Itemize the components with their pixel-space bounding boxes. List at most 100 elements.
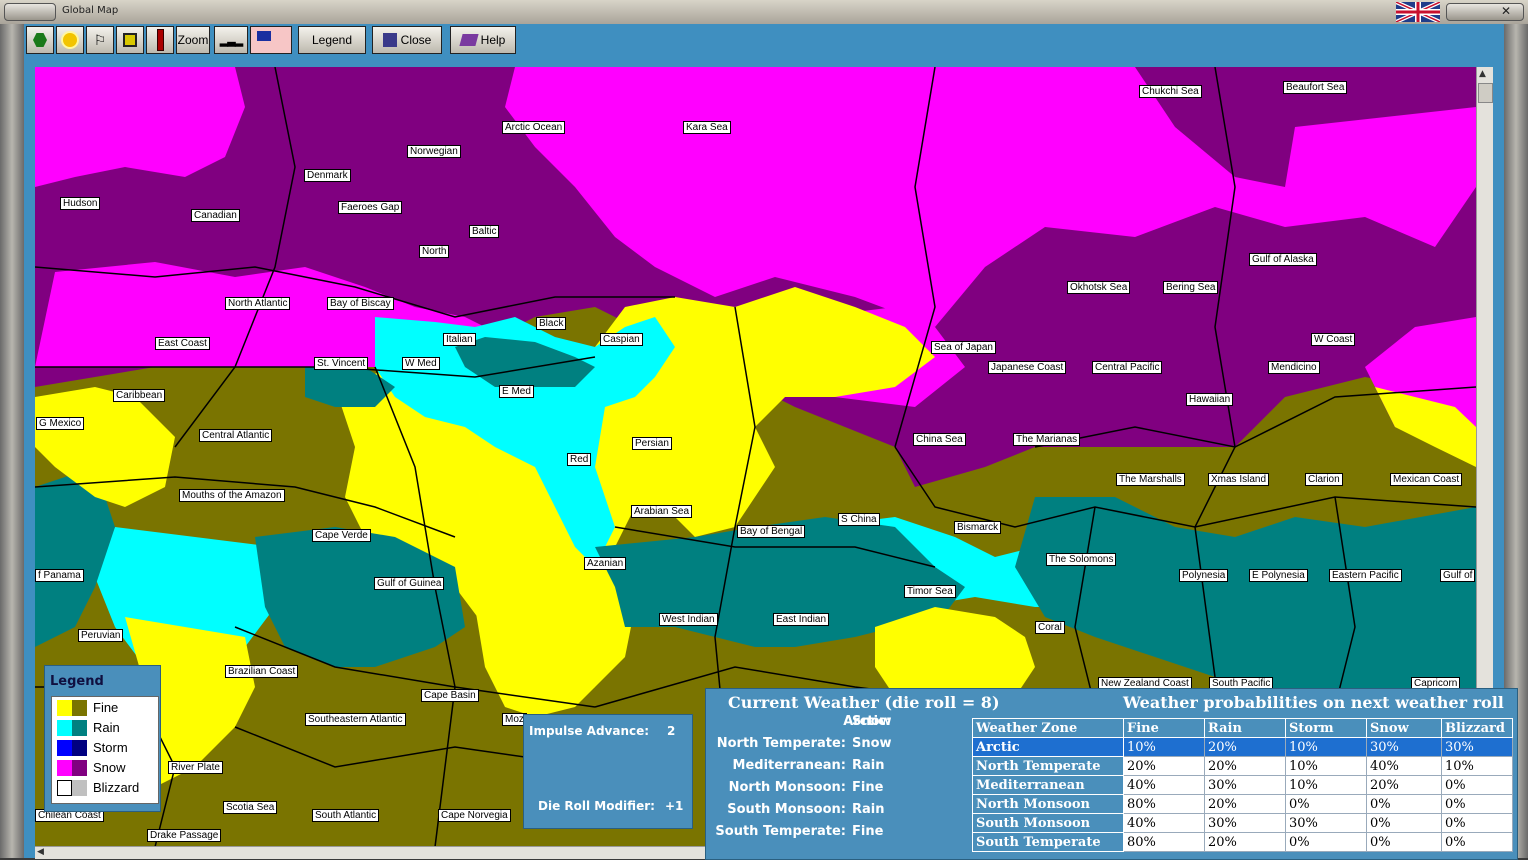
probability-row[interactable]: Mediterranean 40% 30% 10% 20% 0% <box>972 775 1513 795</box>
sea-zone-label[interactable]: Mexican Coast <box>1390 473 1463 486</box>
sea-zone-label[interactable]: Arctic Ocean <box>502 121 566 134</box>
sea-zone-label[interactable]: Baltic <box>469 225 500 238</box>
pen-button[interactable] <box>146 26 174 54</box>
legend-title: Legend <box>50 674 104 689</box>
sea-zone-label[interactable]: Denmark <box>304 169 351 182</box>
legend-label-rain: Rain <box>93 720 120 735</box>
sea-zone-label[interactable]: Kara Sea <box>683 121 731 134</box>
sea-zone-label[interactable]: South Atlantic <box>312 809 380 822</box>
sea-zone-label[interactable]: E Polynesia <box>1249 569 1308 582</box>
system-menu-button[interactable] <box>4 3 56 21</box>
scroll-up-arrow-icon[interactable]: ▲ <box>1479 69 1486 79</box>
sea-zone-label[interactable]: Timor Sea <box>904 585 956 598</box>
sea-zone-label[interactable]: Scotia Sea <box>223 801 278 814</box>
sea-zone-label[interactable]: Beaufort Sea <box>1283 81 1348 94</box>
sea-zone-label[interactable]: North Atlantic <box>225 297 291 310</box>
sea-zone-label[interactable]: Azanian <box>584 557 627 570</box>
sea-zone-label[interactable]: Mendicino <box>1268 361 1320 374</box>
sea-zone-label[interactable]: Brazilian Coast <box>225 665 299 678</box>
probability-row[interactable]: North Monsoon 80% 20% 0% 0% 0% <box>972 794 1513 814</box>
sea-zone-label[interactable]: West Indian <box>659 613 718 626</box>
sea-zone-label[interactable]: Hudson <box>60 197 101 210</box>
scroll-left-arrow-icon[interactable]: ◀ <box>37 847 44 857</box>
sea-zone-label[interactable]: The Marianas <box>1013 433 1081 446</box>
sea-zone-label[interactable]: East Indian <box>773 613 830 626</box>
probabilities-title: Weather probabilities on next weather ro… <box>1123 693 1504 712</box>
sea-zone-label[interactable]: Central Atlantic <box>199 429 273 442</box>
snow-dark-swatch <box>72 760 87 776</box>
zoom-button[interactable]: Zoom <box>176 26 210 54</box>
legend-button[interactable]: Legend <box>298 26 366 54</box>
sea-zone-label[interactable]: S China <box>838 513 880 526</box>
sea-zone-label[interactable]: Japanese Coast <box>988 361 1067 374</box>
close-button[interactable]: Close <box>372 26 442 54</box>
sea-zone-label[interactable]: China Sea <box>913 433 966 446</box>
nationality-button[interactable] <box>250 26 292 54</box>
sea-zone-label[interactable]: Canadian <box>191 209 240 222</box>
sea-zone-label[interactable]: G Mexico <box>36 417 85 430</box>
sea-zone-label[interactable]: St. Vincent <box>314 357 369 370</box>
sea-zone-label[interactable]: W Med <box>402 357 440 370</box>
sea-zone-label[interactable]: East Coast <box>155 337 210 350</box>
sea-zone-label[interactable]: Coral <box>1035 621 1065 634</box>
sea-zone-label[interactable]: Bay of Bengal <box>737 525 806 538</box>
probability-row[interactable]: Arctic 10% 20% 10% 30% 30% <box>972 737 1513 757</box>
sea-zone-label[interactable]: Caribbean <box>113 389 166 402</box>
sea-zone-label[interactable]: Norwegian <box>407 145 461 158</box>
sea-zone-label[interactable]: Clarion <box>1305 473 1343 486</box>
probability-row[interactable]: South Monsoon 40% 30% 30% 0% 0% <box>972 813 1513 833</box>
sea-zone-label[interactable]: The Solomons <box>1046 553 1117 566</box>
sea-zone-label[interactable]: Cape Verde <box>312 529 371 542</box>
sea-zone-label[interactable]: f Panama <box>35 569 84 582</box>
help-button[interactable]: Help <box>450 26 516 54</box>
sea-zone-label[interactable]: Gulf of Alaska <box>1249 253 1317 266</box>
sea-zone-label[interactable]: Southeastern Atlantic <box>305 713 406 726</box>
sea-zone-label[interactable]: Sea of Japan <box>931 341 996 354</box>
minimize-button[interactable]: ✕ <box>1446 3 1524 21</box>
probability-cell: 30% <box>1204 775 1286 795</box>
map-view-button[interactable] <box>116 26 144 54</box>
sea-zone-label[interactable]: River Plate <box>168 761 223 774</box>
sea-zone-label[interactable]: Eastern Pacific <box>1329 569 1402 582</box>
sea-zone-label[interactable]: Central Pacific <box>1092 361 1163 374</box>
sea-zone-label[interactable]: Faeroes Gap <box>338 201 403 214</box>
sea-zone-label[interactable]: Hawaiian <box>1186 393 1234 406</box>
blizzard-dark-swatch <box>72 780 87 796</box>
probability-zone-cell: North Temperate <box>972 756 1124 776</box>
sea-zone-label[interactable]: Bay of Biscay <box>327 297 394 310</box>
probability-row[interactable]: South Temperate 80% 20% 0% 0% 0% <box>972 832 1513 852</box>
sea-zone-label[interactable]: Peruvian <box>78 629 124 642</box>
probability-zone-cell: Mediterranean <box>972 775 1124 795</box>
fine-dark-swatch <box>72 700 87 716</box>
sea-zone-label[interactable]: Arabian Sea <box>631 505 693 518</box>
sea-zone-label[interactable]: Gulf of <box>1440 569 1476 582</box>
sea-zone-label[interactable]: Drake Passage <box>147 829 222 842</box>
sea-zone-label[interactable]: North <box>419 245 450 258</box>
sea-zone-label[interactable]: Cape Norvegia <box>438 809 511 822</box>
sea-zone-label[interactable]: Xmas Island <box>1208 473 1270 486</box>
impulse-advance-label: Impulse Advance: <box>529 724 650 738</box>
sea-zone-label[interactable]: Chukchi Sea <box>1139 85 1202 98</box>
ships-button[interactable]: ▂▃▂ <box>214 26 248 54</box>
sea-zone-label[interactable]: Persian <box>632 437 672 450</box>
sea-zone-label[interactable]: Gulf of Guinea <box>374 577 445 590</box>
sea-zone-label[interactable]: W Coast <box>1311 333 1356 346</box>
sea-zone-label[interactable]: The Marshalls <box>1116 473 1185 486</box>
flag-button[interactable]: ⚐ <box>86 26 114 54</box>
sea-zone-label[interactable]: Polynesia <box>1179 569 1229 582</box>
sea-zone-label[interactable]: Okhotsk Sea <box>1067 281 1131 294</box>
sea-zone-label[interactable]: Bismarck <box>954 521 1002 534</box>
vertical-scroll-thumb[interactable] <box>1478 83 1493 103</box>
sea-zone-label[interactable]: Cape Basin <box>421 689 479 702</box>
zone-weather-arctic: Snow <box>852 714 892 729</box>
sea-zone-label[interactable]: Black <box>536 317 567 330</box>
sea-zone-label[interactable]: Bering Sea <box>1163 281 1219 294</box>
sea-zone-label[interactable]: Caspian <box>600 333 643 346</box>
land-units-button[interactable] <box>26 26 54 54</box>
sea-zone-label[interactable]: E Med <box>499 385 534 398</box>
probability-row[interactable]: North Temperate 20% 20% 10% 40% 10% <box>972 756 1513 776</box>
sea-zone-label[interactable]: Red <box>567 453 592 466</box>
sea-zone-label[interactable]: Mouths of the Amazon <box>179 489 285 502</box>
weather-button[interactable] <box>56 26 84 54</box>
sea-zone-label[interactable]: Italian <box>443 333 476 346</box>
